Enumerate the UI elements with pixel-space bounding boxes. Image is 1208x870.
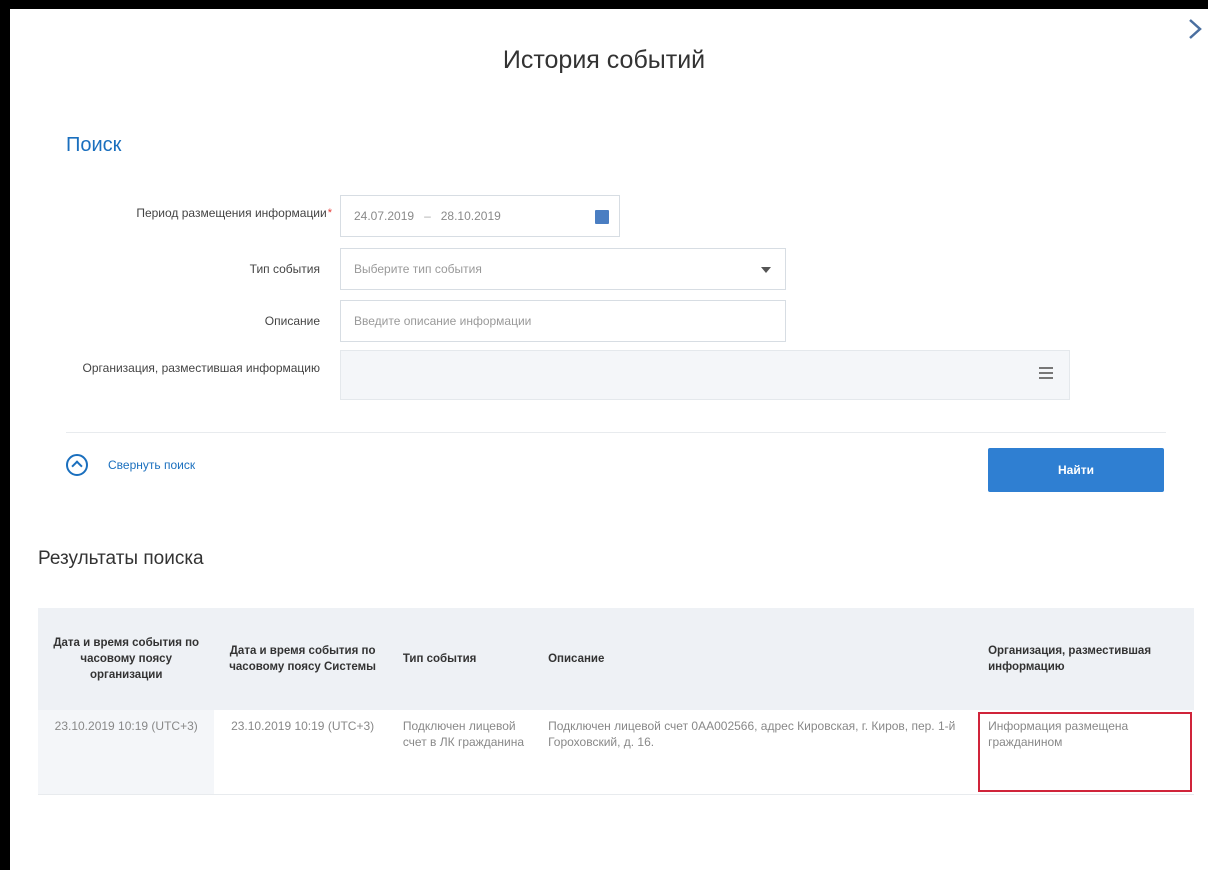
system-time-cell: 23.10.2019 10:19 (UTC+3)	[214, 710, 391, 795]
table-header-row: Дата и время события по часовому поясу о…	[38, 608, 1194, 710]
column-header: Тип события	[390, 608, 537, 710]
column-header: Организация, разместившая информацию	[976, 608, 1194, 710]
chevron-right-icon[interactable]	[1186, 18, 1204, 40]
date-from-value: 24.07.2019	[354, 209, 415, 223]
results-title: Результаты поиска	[38, 548, 204, 569]
collapse-search-link[interactable]: Свернуть поиск	[66, 454, 195, 476]
find-button[interactable]: Найти	[988, 448, 1164, 492]
date-to-value: 28.10.2019	[440, 209, 501, 223]
column-header: Описание	[536, 608, 977, 710]
event-type-cell: Подключен лицевой счет в ЛК гражданина	[390, 710, 537, 795]
period-label: Период размещения информации*	[136, 206, 332, 220]
collapse-search-label: Свернуть поиск	[108, 458, 196, 472]
results-table: Дата и время события по часовому поясу о…	[38, 608, 1194, 795]
hamburger-icon[interactable]	[1039, 367, 1053, 379]
org-label: Организация, разместившая информацию	[82, 361, 320, 375]
description-label: Описание	[264, 314, 320, 328]
org-picker-input[interactable]	[340, 350, 1070, 400]
chevron-up-circle-icon	[66, 454, 88, 476]
search-heading: Поиск	[66, 134, 122, 156]
description-input[interactable]: Введите описание информации	[340, 300, 786, 342]
org-time-cell: 23.10.2019 10:19 (UTC+3)	[38, 710, 215, 795]
column-header: Дата и время события по часовому поясу С…	[214, 608, 391, 710]
description-placeholder: Введите описание информации	[354, 314, 532, 328]
event-type-select[interactable]: Выберите тип события	[340, 248, 786, 290]
date-separator: –	[424, 209, 431, 223]
table-row[interactable]: 23.10.2019 10:19 (UTC+3) 23.10.2019 10:1…	[38, 710, 1194, 795]
column-header: Дата и время события по часовому поясу о…	[38, 608, 215, 710]
modal-title: История событий	[502, 46, 706, 74]
caret-down-icon	[761, 267, 771, 273]
event-type-placeholder: Выберите тип события	[354, 262, 482, 276]
period-date-range-input[interactable]: 24.07.2019 – 28.10.2019	[340, 195, 620, 237]
description-cell: Подключен лицевой счет 0АА002566, адрес …	[536, 710, 977, 795]
calendar-icon[interactable]	[595, 210, 609, 224]
divider	[66, 432, 1166, 433]
organization-cell: Информация размещена гражданином	[976, 710, 1194, 795]
required-mark: *	[327, 207, 332, 219]
event-type-label: Тип события	[249, 262, 320, 276]
